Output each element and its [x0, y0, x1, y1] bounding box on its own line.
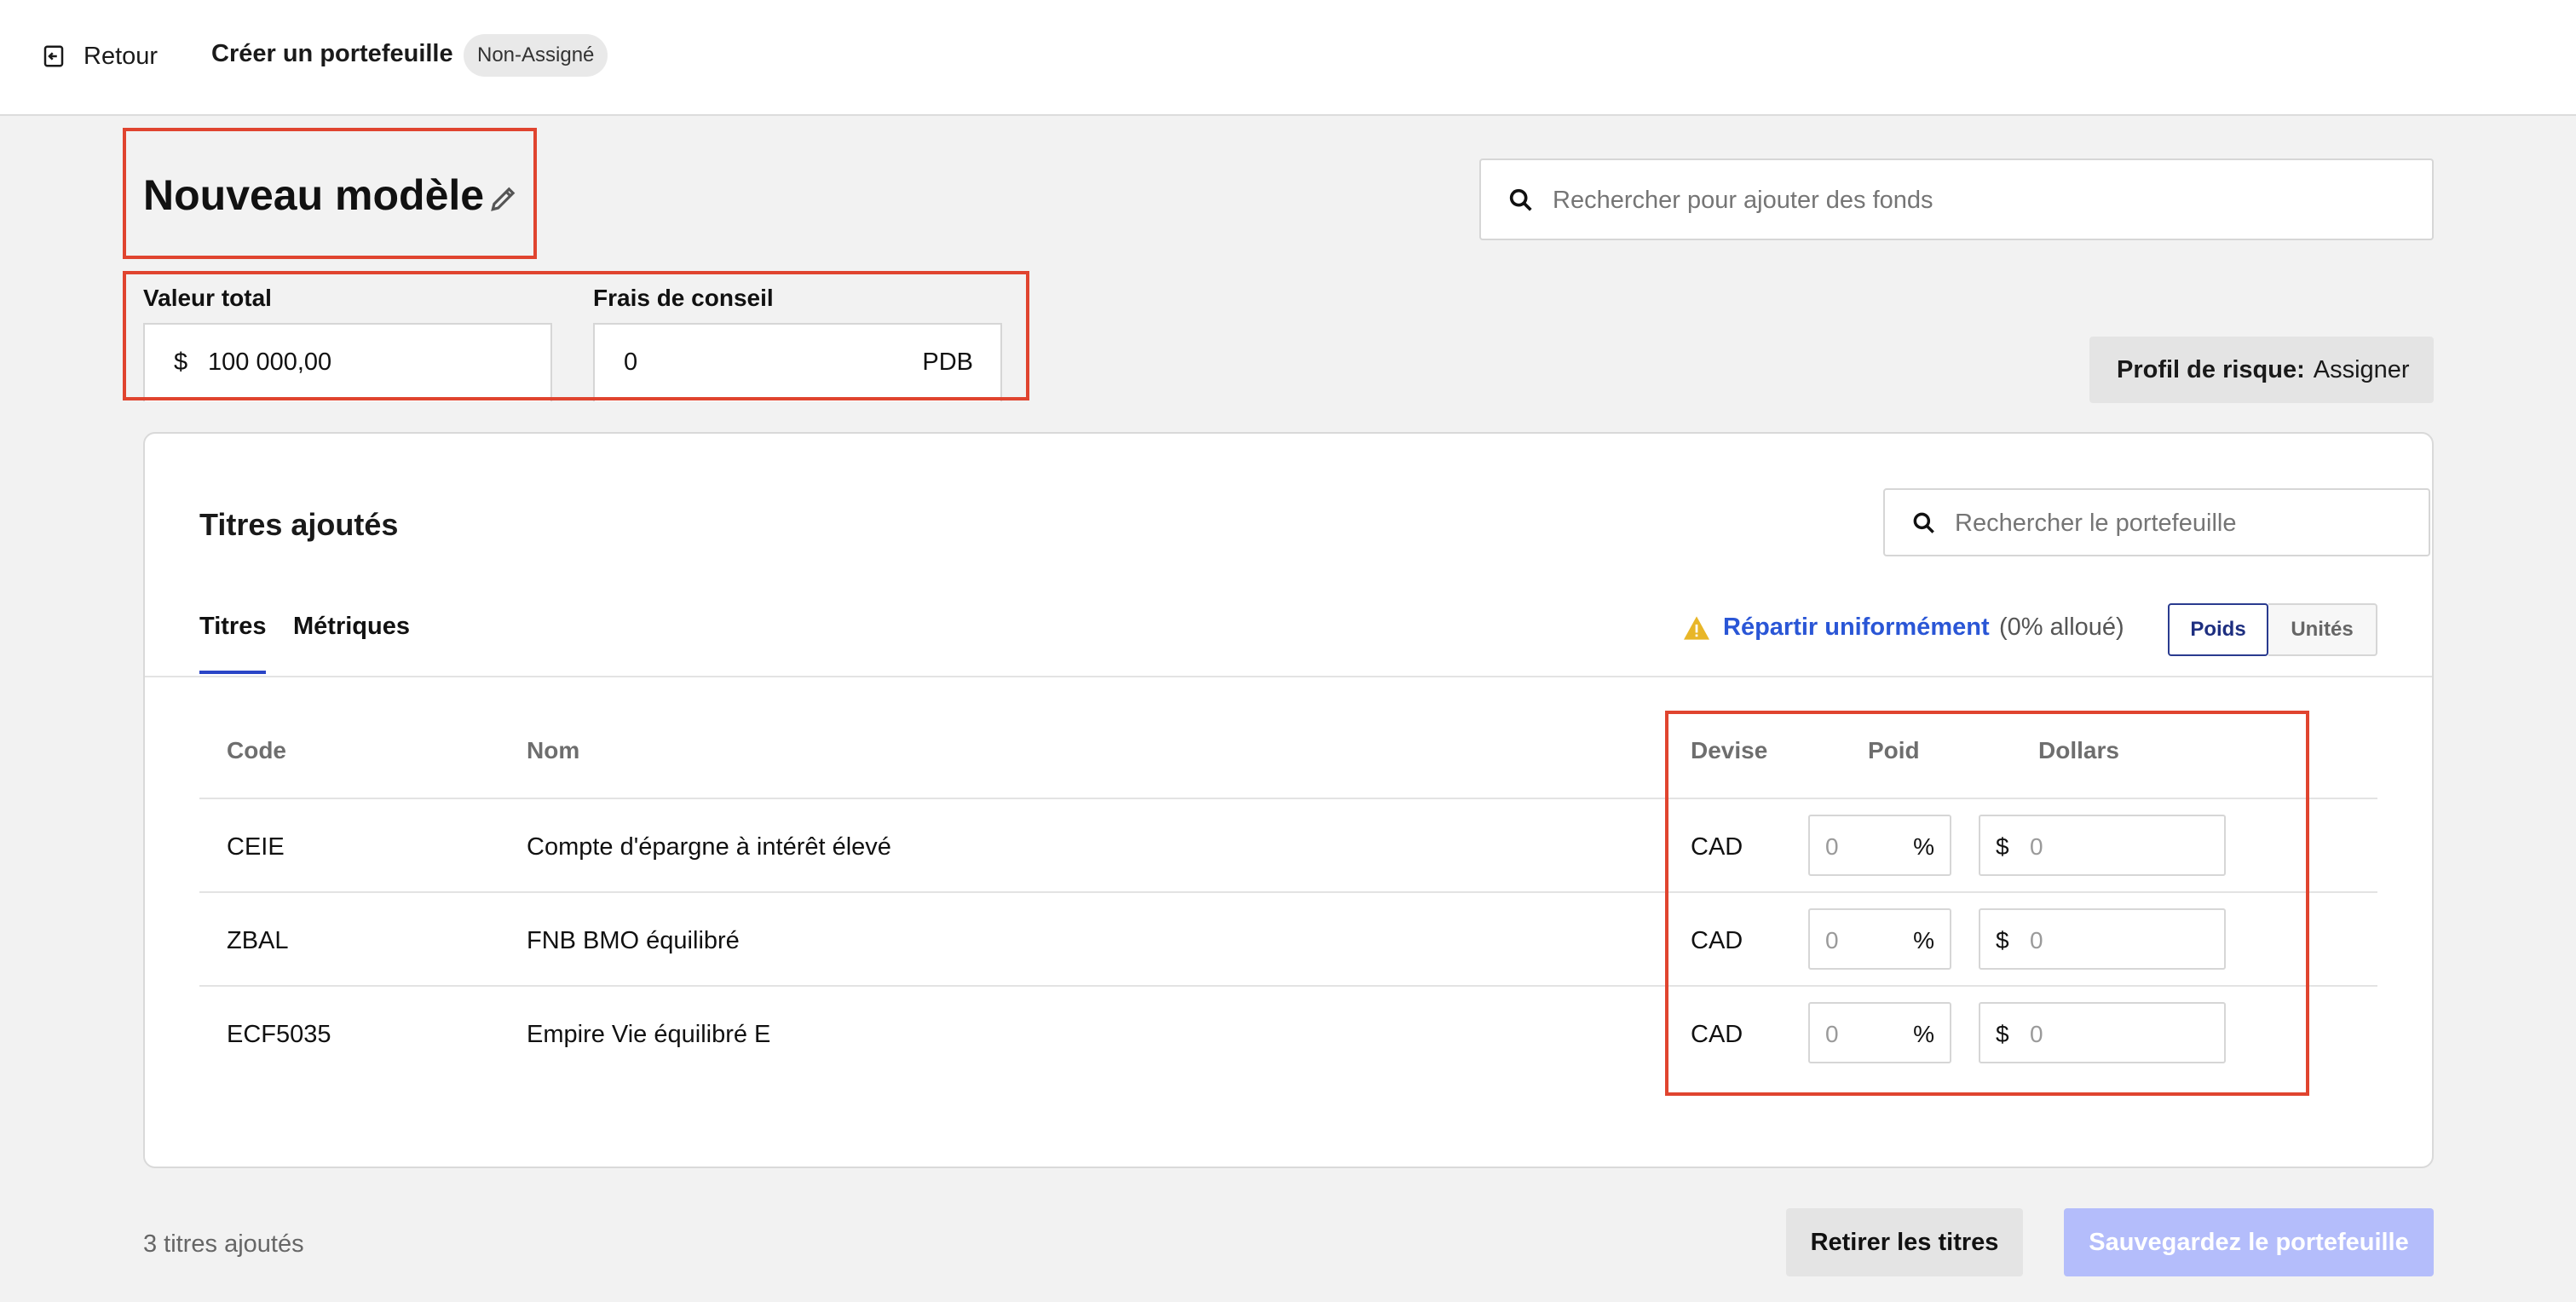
back-button[interactable]: Retour [41, 37, 158, 75]
back-label: Retour [84, 42, 158, 70]
fund-search-input[interactable] [1553, 177, 2405, 223]
dollar-unit: $ [1996, 1021, 2009, 1047]
row-name: FNB BMO équilibré [527, 927, 740, 954]
holdings-count: 3 titres ajoutés [143, 1230, 304, 1258]
row-currency: CAD [1691, 927, 1743, 954]
warning-triangle-icon [1684, 616, 1709, 640]
table-row: ZBAL FNB BMO équilibré CAD 0 % $ 0 [199, 891, 2377, 985]
top-bar: Retour Créer un portefeuille Non-Assigné [0, 0, 2576, 116]
row-code: ECF5035 [227, 1021, 331, 1048]
holdings-card: Titres ajoutés Titres Métriques Répartir… [143, 432, 2434, 1168]
dollar-input[interactable]: $ 0 [1979, 815, 2226, 876]
column-header-name: Nom [527, 737, 580, 763]
percent-unit: % [1913, 1021, 1934, 1047]
advisory-fee-unit: PDB [922, 349, 973, 376]
total-value-text: 100 000,00 [208, 349, 332, 376]
table-row: ECF5035 Empire Vie équilibré E CAD 0 % $… [199, 985, 2377, 1079]
dollar-placeholder: 0 [2030, 833, 2043, 860]
row-code: ZBAL [227, 927, 289, 954]
search-icon [1913, 512, 1934, 533]
advisory-fee-field[interactable]: 0 PDB [593, 323, 1002, 401]
dollar-input[interactable]: $ 0 [1979, 1002, 2226, 1063]
weight-placeholder: 0 [1825, 927, 1839, 953]
row-currency: CAD [1691, 833, 1743, 861]
page-title: Créer un portefeuille [211, 40, 453, 67]
row-code: CEIE [227, 833, 285, 861]
row-name: Compte d'épargne à intérêt élevé [527, 833, 891, 861]
risk-profile-value: Assigner [2313, 355, 2410, 383]
column-header-code: Code [227, 737, 286, 763]
exit-arrow-icon [43, 45, 64, 67]
weight-input[interactable]: 0 % [1808, 908, 1951, 970]
risk-profile-label: Profil de risque: [2117, 355, 2305, 383]
weight-placeholder: 0 [1825, 1021, 1839, 1047]
holdings-title: Titres ajoutés [199, 507, 399, 542]
portfolio-search-box[interactable] [1883, 488, 2430, 556]
dollar-unit: $ [1996, 927, 2009, 953]
tab-titres[interactable]: Titres [199, 613, 266, 641]
percent-unit: % [1913, 927, 1934, 953]
status-badge: Non-Assigné [464, 34, 608, 77]
row-currency: CAD [1691, 1021, 1743, 1048]
tab-metriques[interactable]: Métriques [293, 613, 410, 641]
advisory-fee-value: 0 [624, 349, 638, 376]
save-portfolio-button[interactable]: Sauvegardez le portefeuille [2064, 1208, 2434, 1276]
column-header-weight: Poid [1868, 737, 1920, 763]
model-name: Nouveau modèle [143, 171, 485, 219]
advisory-fee-label: Frais de conseil [593, 285, 774, 311]
distribute-evenly-link[interactable]: Répartir uniformément [1723, 614, 1990, 642]
fund-search-box[interactable] [1479, 158, 2434, 240]
toggle-units-button[interactable]: Unités [2268, 603, 2377, 656]
weight-input[interactable]: 0 % [1808, 1002, 1951, 1063]
table-row: CEIE Compte d'épargne à intérêt élevé CA… [199, 798, 2377, 891]
column-header-currency: Devise [1691, 737, 1768, 763]
portfolio-search-input[interactable] [1955, 502, 2415, 544]
weight-placeholder: 0 [1825, 833, 1839, 860]
row-name: Empire Vie équilibré E [527, 1021, 771, 1048]
dollar-placeholder: 0 [2030, 1021, 2043, 1047]
total-value-label: Valeur total [143, 285, 272, 311]
remove-holdings-button[interactable]: Retirer les titres [1786, 1208, 2023, 1276]
pencil-icon[interactable] [487, 182, 520, 215]
search-icon [1509, 188, 1532, 211]
active-tab-indicator [199, 671, 266, 674]
weight-input[interactable]: 0 % [1808, 815, 1951, 876]
dollar-unit: $ [1996, 833, 2009, 860]
column-header-dollars: Dollars [2038, 737, 2119, 763]
currency-symbol: $ [174, 349, 188, 376]
tab-divider [145, 676, 2432, 677]
risk-profile-button[interactable]: Profil de risque: Assigner [2089, 337, 2434, 403]
percent-unit: % [1913, 833, 1934, 860]
dollar-input[interactable]: $ 0 [1979, 908, 2226, 970]
toggle-weight-button[interactable]: Poids [2168, 603, 2268, 656]
allocation-status: (0% alloué) [1999, 614, 2124, 641]
total-value-field[interactable]: $ 100 000,00 [143, 323, 552, 401]
dollar-placeholder: 0 [2030, 927, 2043, 953]
